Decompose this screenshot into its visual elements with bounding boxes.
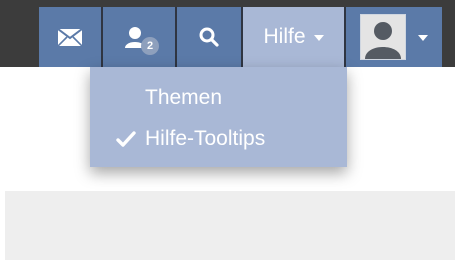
menu-item-label: Hilfe-Tooltips (145, 127, 266, 150)
help-menu-label-wrap: Hilfe (263, 25, 324, 49)
avatar (360, 14, 406, 60)
search-button[interactable] (177, 7, 241, 67)
search-icon (199, 27, 219, 47)
avatar-icon (361, 15, 405, 59)
top-navbar: 2 Hilfe (0, 0, 455, 67)
checkmark-icon (116, 131, 136, 147)
contacts-button[interactable]: 2 (103, 7, 175, 67)
help-menu-button[interactable]: Hilfe (243, 7, 344, 67)
menu-item-label: Themen (145, 86, 223, 109)
page: 2 Hilfe Themen Hilfe-Tooltips (0, 0, 455, 260)
messages-button[interactable] (39, 7, 101, 67)
help-dropdown-menu: Themen Hilfe-Tooltips (90, 67, 347, 167)
menu-item-hilfe-tooltips[interactable]: Hilfe-Tooltips (90, 120, 347, 158)
envelope-icon (58, 28, 82, 46)
help-menu-label: Hilfe (263, 25, 306, 48)
chevron-down-icon (313, 35, 324, 41)
menu-item-themen[interactable]: Themen (90, 79, 347, 117)
content-panel (5, 191, 455, 260)
chevron-down-icon (418, 35, 428, 41)
notification-badge: 2 (141, 37, 159, 55)
profile-menu-button[interactable] (346, 7, 442, 67)
